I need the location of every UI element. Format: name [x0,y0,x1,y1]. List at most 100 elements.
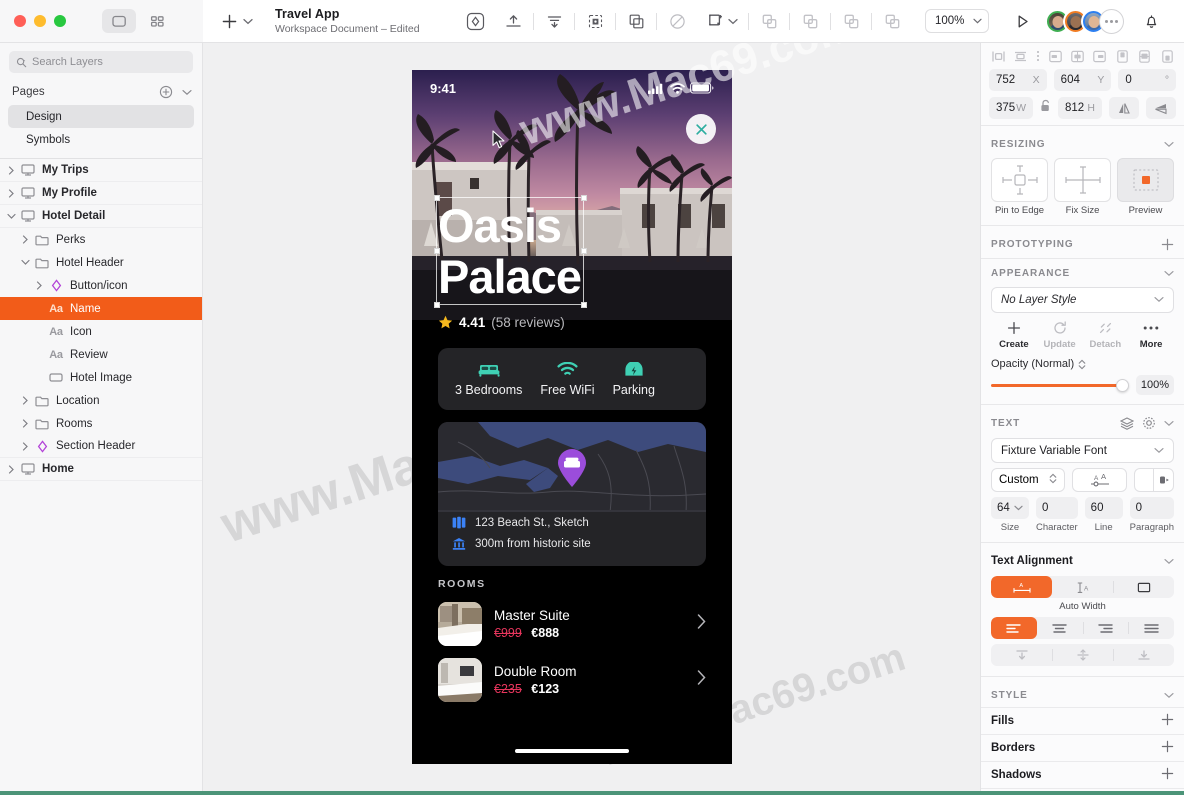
align-center-horizontal-icon[interactable] [1069,47,1087,65]
layer-row-hotel-detail[interactable]: Hotel Detail [0,205,202,228]
transform-chevron-icon[interactable] [728,18,738,25]
appearance-section-header[interactable]: APPEARANCE [981,261,1184,285]
fixed-size-button[interactable] [1113,576,1174,598]
text-alignment-collapse-icon[interactable] [1164,558,1174,565]
search-input[interactable]: Search Layers [9,51,193,73]
align-top-edge-icon[interactable] [1113,47,1131,65]
layer-row-rooms[interactable]: Rooms [0,412,202,435]
perk-bedrooms[interactable]: 3 Bedrooms [446,362,531,397]
resize-handle[interactable] [580,301,587,308]
align-left-icon[interactable] [989,47,1007,65]
more-align-icon[interactable] [1036,51,1039,61]
page-item-design[interactable]: Design [8,105,194,128]
layer-row-hotel-header[interactable]: Hotel Header [0,251,202,274]
disclosure-right-icon[interactable] [18,396,32,405]
unlock-icon[interactable] [1040,99,1051,117]
add-border-button[interactable] [1161,740,1174,756]
page-item-symbols[interactable]: Symbols [8,128,194,151]
chevron-down-icon[interactable] [1164,420,1174,427]
add-page-icon[interactable] [159,85,173,99]
more-collaborators-button[interactable] [1099,8,1124,34]
disclosure-right-icon[interactable] [18,441,32,451]
borders-row[interactable]: Borders [981,734,1184,761]
layer-row-button-icon[interactable]: Button/icon [0,274,202,297]
layer-row-hotel-image[interactable]: Hotel Image [0,366,202,389]
text-align-justify-button[interactable] [1128,617,1174,639]
difference-button[interactable] [873,6,911,36]
layer-row-icon[interactable]: Aa Icon [0,320,202,343]
plus-icon[interactable] [221,13,238,30]
resize-handle[interactable] [580,247,587,254]
layer-row-my-profile[interactable]: My Profile [0,182,202,205]
add-shadow-button[interactable] [1161,767,1174,783]
style-collapse-icon[interactable] [1164,692,1174,699]
layer-row-location[interactable]: Location [0,389,202,412]
align-right-edge-icon[interactable] [1091,47,1109,65]
disclosure-right-icon[interactable] [18,235,32,244]
close-overlay-button[interactable] [686,114,716,144]
align-left-edge-icon[interactable] [1046,47,1064,65]
y-field[interactable]: 604 Y [1053,69,1112,91]
component-button[interactable] [456,6,494,36]
close-window-button[interactable] [14,15,26,27]
align-top-button[interactable] [494,6,532,36]
align-bottom-edge-icon[interactable] [1158,47,1176,65]
resize-handle[interactable] [433,301,440,308]
text-color-button[interactable] [1133,468,1174,492]
intersect-button[interactable] [832,6,870,36]
document-title-block[interactable]: Travel App Workspace Document – Edited [275,7,420,34]
group-selection-button[interactable] [576,6,614,36]
disclosure-down-icon[interactable] [18,259,32,266]
collaborator-avatars[interactable] [1045,8,1124,34]
resizing-preview[interactable]: Preview [1117,158,1174,216]
distribute-button[interactable] [535,6,573,36]
add-prototyping-button[interactable] [1161,238,1174,251]
resizing-options[interactable]: Pin to Edge Fix Size Preview [981,156,1184,216]
layer-style-select[interactable]: No Layer Style [991,287,1174,313]
resize-handle[interactable] [433,247,440,254]
valign-bottom-button[interactable] [1113,644,1174,666]
location-map-card[interactable]: 123 Beach St., Sketch 300m from historic… [438,422,706,566]
stepper-icon[interactable] [1078,359,1086,370]
grid-view-button[interactable] [140,9,174,33]
room-row-master-suite[interactable]: Master Suite €999 €888 [438,600,706,648]
perk-parking[interactable]: Parking [604,361,664,397]
variable-font-button[interactable]: A A [1072,468,1127,492]
character-spacing-field[interactable]: 0 Character [1035,497,1078,533]
paragraph-spacing-field[interactable]: 0 Paragraph [1129,497,1174,533]
style-section-header[interactable]: STYLE [981,683,1184,707]
resizing-collapse-icon[interactable] [1164,141,1174,148]
no-fill-button[interactable] [658,6,696,36]
valign-middle-button[interactable] [1052,644,1113,666]
update-style-button[interactable]: Update [1037,320,1083,350]
opacity-value[interactable]: 100% [1136,375,1174,395]
fills-row[interactable]: Fills [981,707,1184,734]
appearance-collapse-icon[interactable] [1164,270,1174,277]
detach-style-button[interactable]: Detach [1083,320,1129,350]
text-align-left-button[interactable] [991,617,1037,639]
auto-height-button[interactable]: A [1052,576,1113,598]
perk-wifi[interactable]: Free WiFi [531,361,603,397]
text-alignment-header[interactable]: Text Alignment [981,549,1184,573]
layer-row-name[interactable]: Aa Name [0,297,202,320]
subtract-button[interactable] [791,6,829,36]
hotel-hero-image[interactable]: 9:41 Oasis Palace [412,70,732,320]
opacity-label-row[interactable]: Opacity (Normal) [991,358,1174,370]
vertical-alignment-segmented[interactable] [991,644,1174,666]
gear-icon[interactable] [1142,416,1156,430]
perks-card[interactable]: 3 Bedrooms Free WiFi Parking [438,348,706,410]
text-sizing-segmented[interactable]: A A [991,576,1174,598]
prototyping-section-header[interactable]: PROTOTYPING [981,232,1184,256]
artboard-hotel-detail[interactable]: 9:41 Oasis Palace 4.41 (58 reviews) 3 Be… [412,70,732,764]
minimize-window-button[interactable] [34,15,46,27]
union-button[interactable] [750,6,788,36]
chevron-right-icon[interactable] [697,614,706,634]
insert-group[interactable] [221,13,253,30]
design-canvas[interactable]: www.Mac69.com www.Mac69.com [203,43,980,795]
more-style-button[interactable]: More [1128,320,1174,350]
layer-row-review[interactable]: Aa Review [0,343,202,366]
mask-button[interactable] [617,6,655,36]
disclosure-down-icon[interactable] [4,213,18,220]
disclosure-right-icon[interactable] [4,464,18,474]
create-style-button[interactable]: Create [991,320,1037,350]
